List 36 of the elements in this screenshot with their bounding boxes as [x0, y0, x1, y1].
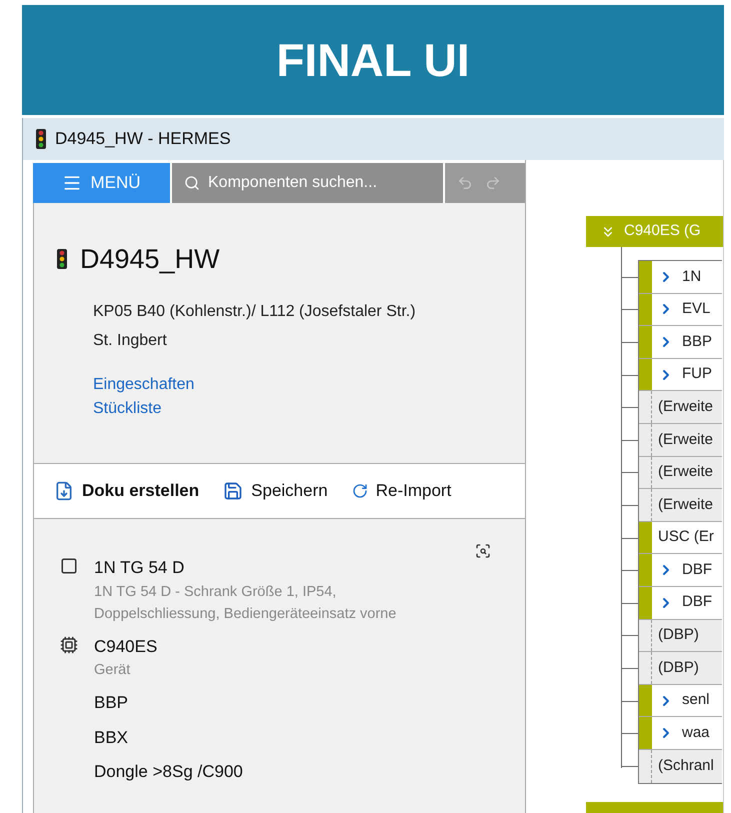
undo-icon[interactable]	[457, 175, 473, 191]
address-line: KP05 B40 (Kohlenstr.)/ L112 (Josefstaler Str.)	[93, 302, 417, 322]
redo-icon[interactable]	[485, 175, 501, 191]
tree-row[interactable]: (Erweite	[652, 456, 722, 488]
details-link[interactable]: Stückliste	[93, 396, 162, 420]
search-field[interactable]: Komponenten suchen...	[172, 163, 443, 203]
component-name[interactable]: C940ES	[94, 634, 464, 659]
tree-row[interactable]: (Erweite	[652, 424, 722, 456]
component-name[interactable]: BBP	[94, 690, 128, 716]
tree-row[interactable]: (Erweite	[652, 489, 722, 521]
tree-row[interactable]: (Schranl	[652, 750, 722, 782]
save-icon	[223, 481, 244, 501]
device-icon	[60, 636, 78, 654]
document-icon	[54, 481, 74, 501]
cabinet-icon	[60, 557, 78, 575]
component-name[interactable]: Dongle >8Sg /C900	[94, 759, 243, 784]
component-description: Gerät	[94, 661, 132, 680]
action-button[interactable]: Doku erstellen	[54, 478, 200, 504]
action-button[interactable]: Re-Import	[352, 478, 452, 504]
refresh-icon	[352, 483, 368, 499]
component-description: 1N TG 54 D - Schrank Größe 1, IP54, Doppelschliessung, Bediengeräteeinsatz vorne	[94, 582, 398, 624]
tree-row[interactable]: (Erweite	[652, 391, 722, 423]
tree-row[interactable]: (DBP)	[652, 620, 722, 652]
traffic-light-icon	[35, 129, 47, 149]
tree-row[interactable]: (DBP)	[652, 652, 722, 684]
component-name[interactable]: BBX	[94, 724, 128, 750]
zoom-icon[interactable]	[475, 543, 491, 559]
banner-title: FINAL UI	[276, 32, 470, 88]
search-icon	[184, 175, 200, 191]
traffic-light-icon	[56, 248, 68, 270]
details-link[interactable]: Eingeschaften	[93, 372, 194, 396]
component-name[interactable]: 1N TG 54 D	[94, 555, 464, 580]
details-title: D4945_HW	[80, 243, 220, 276]
window-title: D4945_HW - HERMES	[55, 128, 231, 150]
address-line: St. Ingbert	[93, 330, 168, 350]
action-button[interactable]: Speichern	[223, 478, 328, 504]
